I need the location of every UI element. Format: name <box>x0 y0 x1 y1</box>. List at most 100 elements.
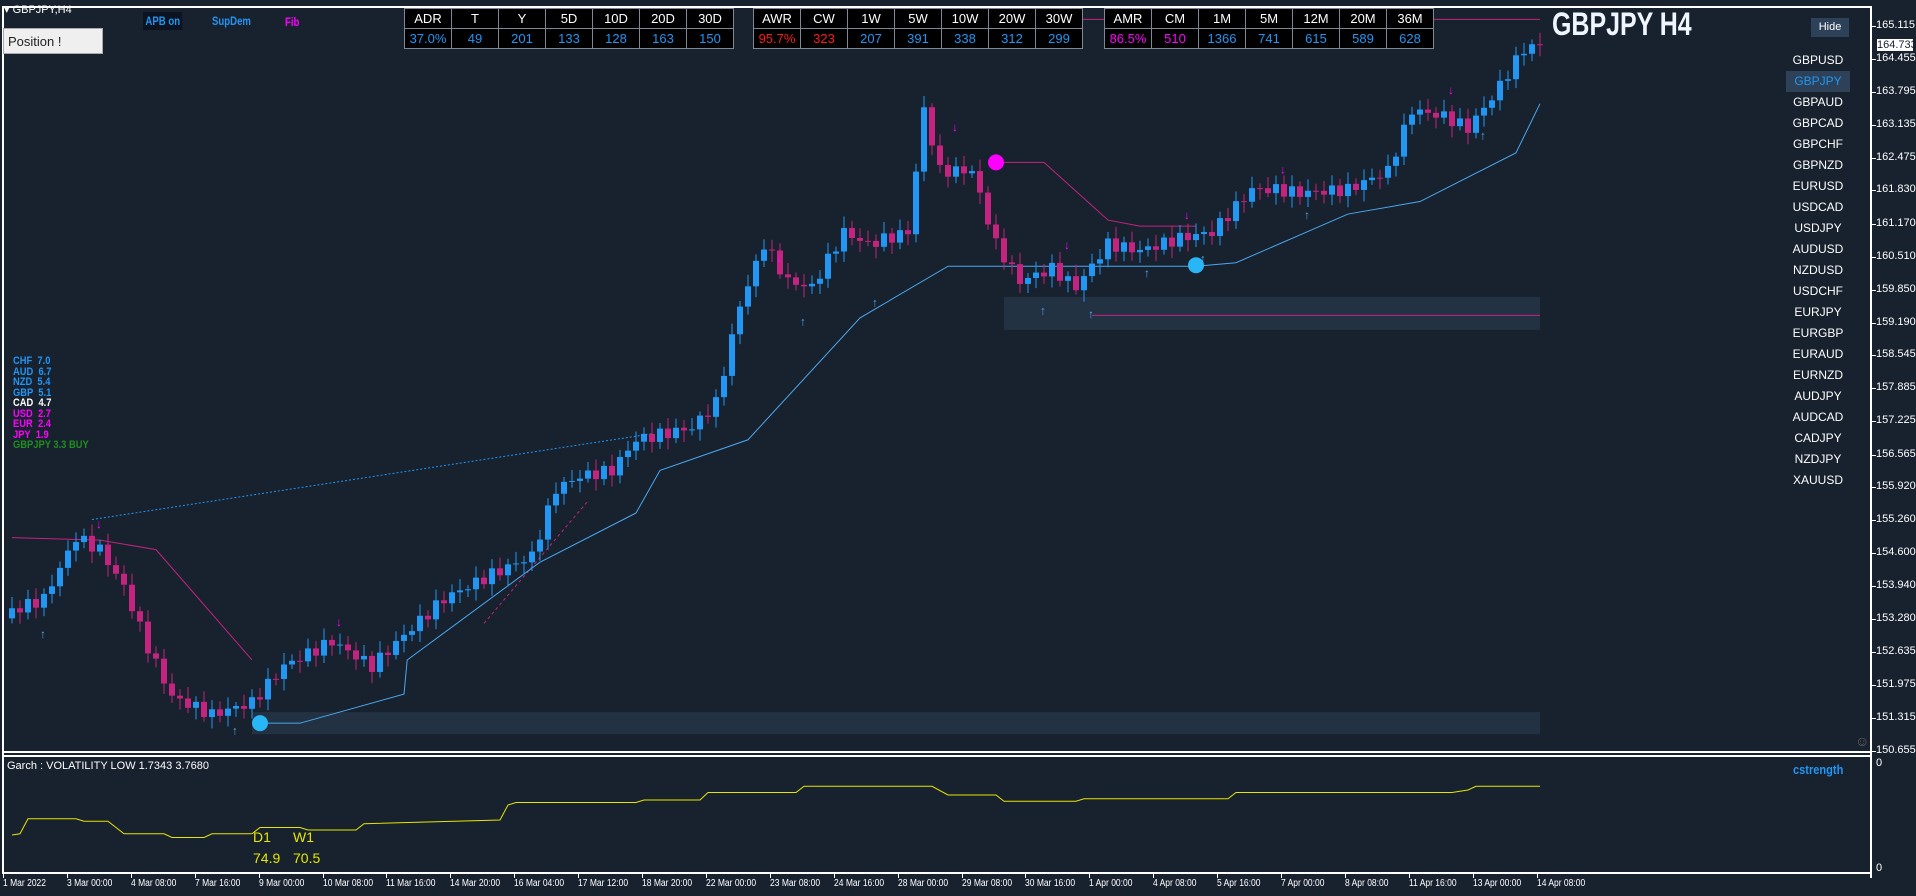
candle-body <box>489 568 495 585</box>
symbol-list: GBPUSD GBPJPY GBPAUD GBPCAD GBPCHF GBPNZD EURU… <box>1786 50 1850 491</box>
candle-body <box>105 544 111 566</box>
candle-body <box>385 652 391 655</box>
time-label: 5 Apr 16:00 <box>1217 878 1261 889</box>
candle-body <box>233 705 239 709</box>
candle-body <box>617 456 623 476</box>
candle-body <box>1489 100 1495 108</box>
candle-body <box>665 428 671 439</box>
symbol-timeframe-label[interactable]: ▾ GBPJPY,H4 <box>4 3 72 16</box>
time-label: 30 Mar 16:00 <box>1025 878 1076 889</box>
candle-body <box>865 240 871 242</box>
candle-body <box>289 660 295 665</box>
price-chart[interactable]: ↑↑↑↑↑ ↑↑↑↑↑↓↓↓↓↓↓↓↓ <box>0 0 1916 896</box>
price-label: 159.850 <box>1876 282 1916 295</box>
price-label: 157.225 <box>1876 414 1916 427</box>
symbol-item-usdcad[interactable]: USDCAD <box>1786 197 1850 218</box>
symbol-item-nzdusd[interactable]: NZDUSD <box>1786 260 1850 281</box>
table-value-cell: 628 <box>1386 28 1434 49</box>
fib-button[interactable]: Fib <box>285 15 299 29</box>
table-header-cell: 12M <box>1292 8 1340 29</box>
candle-body <box>633 441 639 451</box>
candle-body <box>313 648 319 656</box>
symbol-item-gbpnzd[interactable]: GBPNZD <box>1786 155 1850 176</box>
table-header-cell: 20M <box>1339 8 1387 29</box>
table-value-cell: 201 <box>498 28 546 49</box>
candle-body <box>585 470 591 479</box>
time-label: 14 Apr 08:00 <box>1536 878 1585 889</box>
candle-body <box>97 544 103 552</box>
symbol-item-cadjpy[interactable]: CADJPY <box>1786 428 1850 449</box>
candle-body <box>905 230 911 235</box>
candle-body <box>89 535 95 552</box>
candle-body <box>81 535 87 543</box>
panel-divider[interactable] <box>2 751 1872 753</box>
candle-body <box>681 427 687 431</box>
table-value-cell: 299 <box>1035 28 1083 49</box>
candle-body <box>1441 111 1447 118</box>
candle-body <box>1001 238 1007 263</box>
symbol-item-gbpjpy[interactable]: GBPJPY <box>1786 71 1850 92</box>
candle-body <box>1313 190 1319 192</box>
candle-body <box>25 598 31 613</box>
symbol-item-gbpcad[interactable]: GBPCAD <box>1786 113 1850 134</box>
symbol-item-gbpaud[interactable]: GBPAUD <box>1786 92 1850 113</box>
hide-button[interactable]: Hide <box>1811 18 1849 37</box>
candle-body <box>1057 262 1063 281</box>
candle-body <box>1377 177 1383 179</box>
time-label: 8 Apr 08:00 <box>1344 878 1389 889</box>
table-value-row: 86.5% 510 1366 741 615 589 628 <box>1104 28 1434 49</box>
price-label: 152.635 <box>1876 644 1916 657</box>
position-button[interactable]: Position ! <box>3 28 103 54</box>
garch-line <box>11 785 1540 838</box>
candle-body <box>1361 180 1367 190</box>
table-value-cell: 510 <box>1151 28 1199 49</box>
table-header-cell: CW <box>800 8 848 29</box>
candle-body <box>1209 232 1215 237</box>
symbol-item-xauusd[interactable]: XAUUSD <box>1786 470 1850 491</box>
table-value-cell: 163 <box>639 28 687 49</box>
candle-body <box>1241 201 1247 203</box>
symbol-item-eurusd[interactable]: EURUSD <box>1786 176 1850 197</box>
symbol-item-euraud[interactable]: EURAUD <box>1786 344 1850 365</box>
candle-body <box>1065 276 1071 281</box>
symbol-item-nzdjpy[interactable]: NZDJPY <box>1786 449 1850 470</box>
time-label: 4 Apr 08:00 <box>1153 878 1197 889</box>
w1-label: W1 <box>293 829 314 845</box>
table-header-row: AMR CM 1M 5M 12M 20M 36M <box>1104 8 1434 29</box>
symbol-item-eurnzd[interactable]: EURNZD <box>1786 365 1850 386</box>
symbol-item-gbpchf[interactable]: GBPCHF <box>1786 134 1850 155</box>
table-value-cell: 391 <box>894 28 942 49</box>
down-arrow-icon: ↓ <box>336 615 342 629</box>
candle-body <box>1369 177 1375 181</box>
candle-body <box>753 260 759 287</box>
candle-body <box>177 695 183 699</box>
candle-body <box>969 171 975 174</box>
symbol-item-usdjpy[interactable]: USDJPY <box>1786 218 1850 239</box>
time-label: 22 Mar 00:00 <box>705 878 756 889</box>
candle-body <box>73 542 79 551</box>
candle-body <box>1129 242 1135 253</box>
symbol-item-audcad[interactable]: AUDCAD <box>1786 407 1850 428</box>
symbol-item-usdchf[interactable]: USDCHF <box>1786 281 1850 302</box>
apb-toggle-button[interactable]: APB on <box>143 12 183 30</box>
symbol-item-eurjpy[interactable]: EURJPY <box>1786 302 1850 323</box>
symbol-item-audusd[interactable]: AUDUSD <box>1786 239 1850 260</box>
symbol-item-audjpy[interactable]: AUDJPY <box>1786 386 1850 407</box>
candle-body <box>1185 232 1191 241</box>
candle-body <box>185 698 191 708</box>
table-value-cell: 741 <box>1245 28 1293 49</box>
candle-body <box>1297 186 1303 197</box>
table-header-cell: 5M <box>1245 8 1293 29</box>
supdem-button[interactable]: SupDem <box>212 14 251 28</box>
candle-body <box>945 164 951 177</box>
candle-body <box>1425 109 1431 113</box>
symbol-item-gbpusd[interactable]: GBPUSD <box>1786 50 1850 71</box>
candle-body <box>1281 184 1287 197</box>
symbol-item-eurgbp[interactable]: EURGBP <box>1786 323 1850 344</box>
candle-body <box>57 567 63 587</box>
candle-body <box>737 306 743 335</box>
candle-body <box>273 678 279 680</box>
candle-body <box>1113 238 1119 252</box>
candle-body <box>1289 186 1295 197</box>
candle-body <box>569 480 575 482</box>
